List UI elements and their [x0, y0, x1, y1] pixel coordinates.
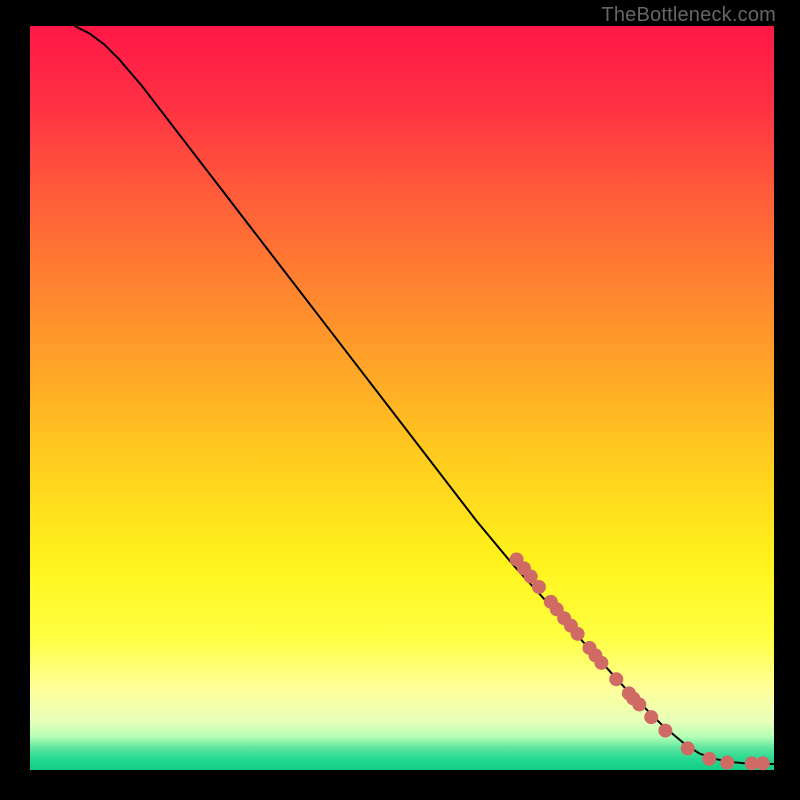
data-dot	[681, 741, 695, 755]
data-dot	[702, 752, 716, 766]
plot-area	[30, 26, 774, 770]
chart-root: TheBottleneck.com	[0, 0, 800, 800]
data-dot	[658, 724, 672, 738]
data-dot	[632, 698, 646, 712]
data-dot	[644, 710, 658, 724]
data-dot	[532, 580, 546, 594]
watermark-text: TheBottleneck.com	[601, 4, 776, 27]
curve-layer	[30, 26, 774, 770]
bottleneck-curve	[75, 26, 774, 764]
data-dot	[756, 756, 770, 770]
data-dot	[594, 656, 608, 670]
data-dots	[510, 552, 770, 770]
data-dot	[720, 756, 734, 770]
data-dot	[571, 627, 585, 641]
data-dot	[609, 672, 623, 686]
